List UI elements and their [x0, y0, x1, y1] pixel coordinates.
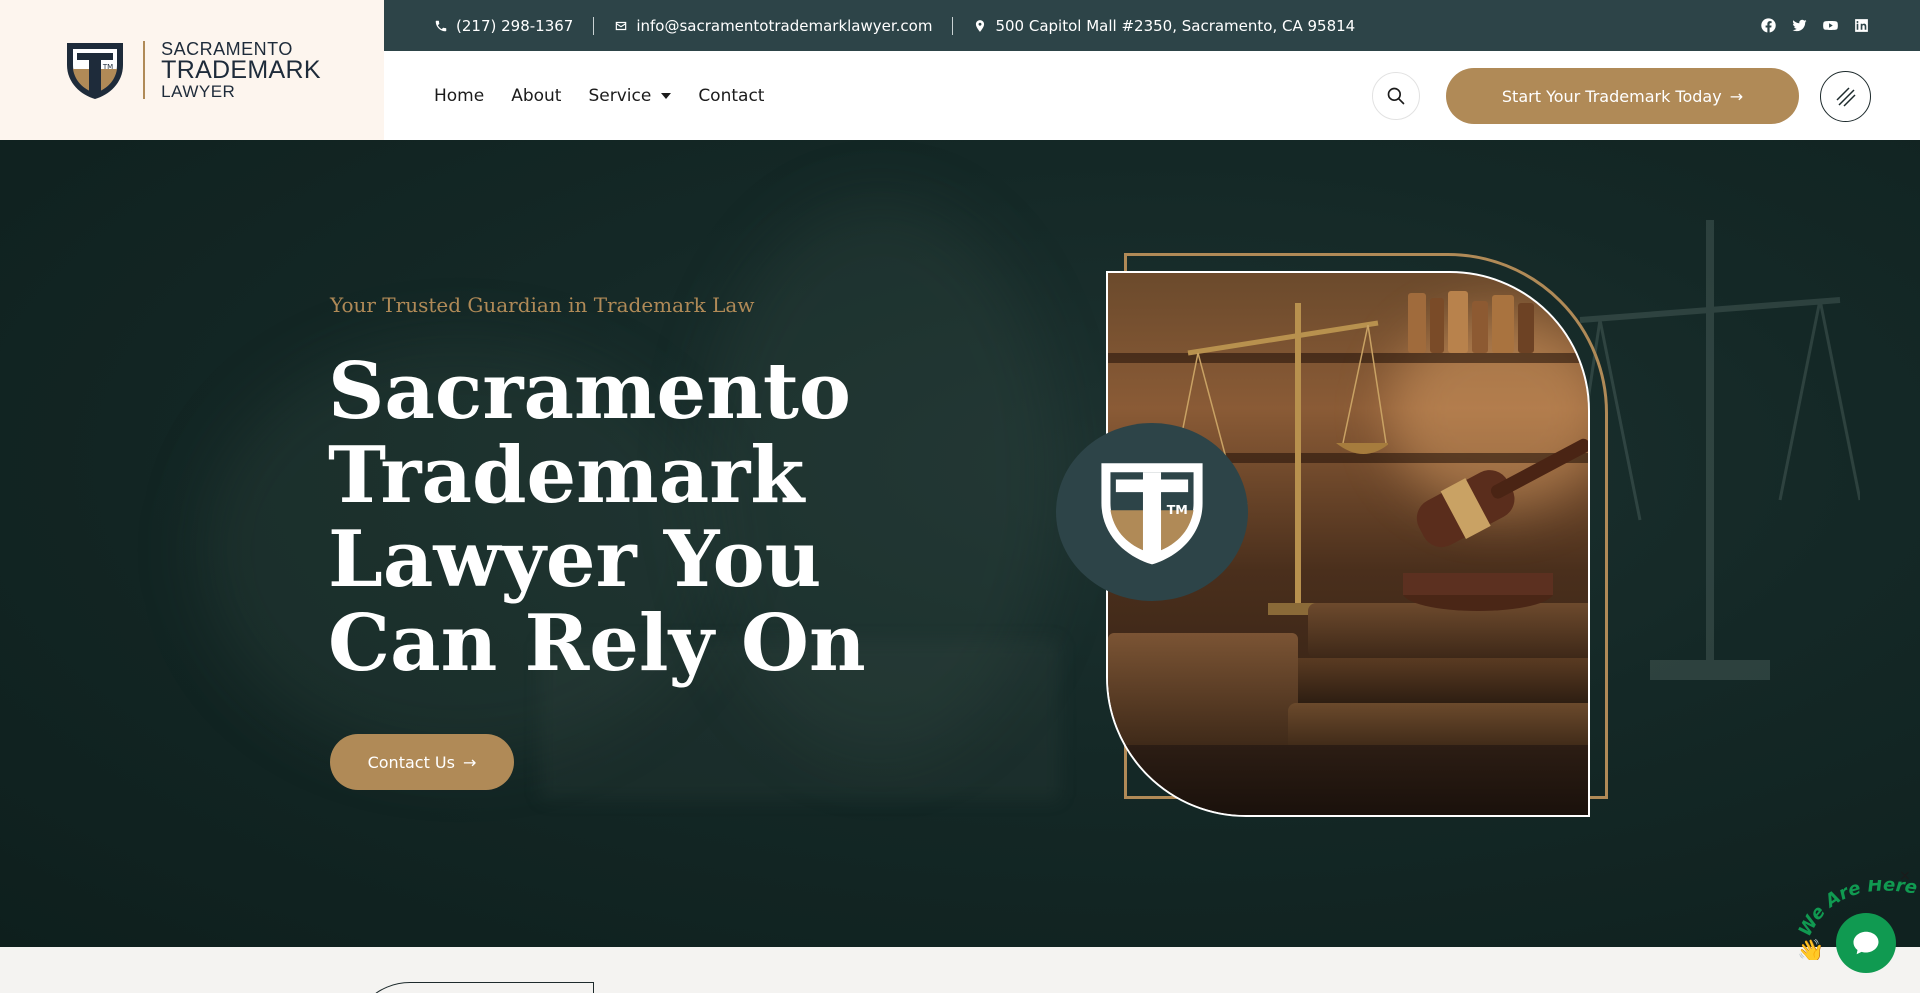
divider [593, 16, 595, 35]
svg-text:TM: TM [102, 63, 113, 71]
top-info-bar: (217) 298-1367 info@sacramentotrademarkl… [384, 0, 1920, 51]
phone-icon [434, 19, 448, 33]
linkedin-icon[interactable] [1853, 17, 1870, 34]
nav-item-service[interactable]: Service [588, 85, 672, 106]
phone-link[interactable]: (217) 298-1367 [434, 17, 573, 35]
wooden-table [1108, 745, 1588, 815]
social-links [1760, 0, 1870, 51]
nav-item-contact[interactable]: Contact [698, 86, 764, 106]
chat-launcher-button[interactable] [1836, 913, 1896, 973]
svg-text:TM: TM [1167, 502, 1188, 517]
cta-label: Start Your Trademark Today [1501, 86, 1722, 106]
email-link[interactable]: info@sacramentotrademarklawyer.com [614, 17, 932, 35]
waving-hand-icon: 👋 [1797, 938, 1824, 960]
search-button[interactable] [1372, 72, 1420, 120]
logo-wordmark: SACRAMENTO TRADEMARK LAWYER [161, 40, 321, 100]
caret-down-icon [661, 92, 672, 99]
primary-nav: Home About Service Contact [434, 86, 764, 106]
contact-info: (217) 298-1367 info@sacramentotrademarkl… [434, 16, 1355, 35]
main-navbar: Home About Service Contact Start Your Tr… [384, 51, 1920, 140]
offcanvas-menu-button[interactable] [1820, 71, 1871, 122]
next-section-peek [0, 947, 1920, 993]
shelf-book [1448, 291, 1468, 353]
shield-logo-icon: TM [67, 43, 124, 99]
site-logo[interactable]: TM SACRAMENTO TRADEMARK LAWYER [63, 39, 321, 101]
facebook-icon[interactable] [1760, 17, 1777, 34]
email-address: info@sacramentotrademarklawyer.com [636, 16, 933, 35]
stacked-book [1108, 633, 1298, 753]
office-address: 500 Capitol Mall #2350, Sacramento, CA 9… [995, 16, 1356, 35]
contact-us-label: Contact Us [367, 752, 455, 772]
search-icon [1387, 87, 1405, 105]
stacked-book [1278, 658, 1588, 703]
shelf-book [1472, 301, 1488, 353]
shelf-book [1492, 295, 1514, 353]
twitter-icon[interactable] [1791, 17, 1808, 34]
gavel-icon [1403, 438, 1588, 611]
chat-close-icon[interactable]: × [1899, 868, 1911, 884]
arrow-right-icon: → [1729, 86, 1744, 106]
shelf-book [1518, 303, 1534, 353]
shelf-book [1430, 298, 1444, 353]
nav-item-home[interactable]: Home [434, 86, 484, 106]
tm-shield-emblem: TM [1056, 423, 1248, 601]
hero-section: Your Trusted Guardian in Trademark Law S… [0, 140, 1920, 947]
shield-logo-icon: TM [1101, 463, 1203, 565]
divider [952, 16, 954, 35]
nav-item-service-label: Service [588, 85, 652, 106]
phone-number: (217) 298-1367 [456, 16, 574, 35]
map-pin-icon [973, 19, 987, 33]
logo-line-3: LAWYER [161, 82, 236, 101]
hero-tagline: Your Trusted Guardian in Trademark Law [330, 293, 755, 317]
logo-panel: TM SACRAMENTO TRADEMARK LAWYER [0, 0, 384, 140]
logo-line-2: TRADEMARK [161, 56, 321, 84]
youtube-icon[interactable] [1822, 17, 1839, 34]
start-trademark-button[interactable]: Start Your Trademark Today → [1446, 68, 1799, 124]
hamburger-slash-icon [1835, 86, 1856, 107]
envelope-icon [614, 19, 628, 33]
hero-headline: Sacramento Trademark Lawyer You Can Rely… [328, 346, 866, 689]
arrow-right-icon: → [462, 752, 477, 772]
contact-us-button[interactable]: Contact Us → [330, 734, 514, 790]
logo-divider [143, 41, 146, 99]
chat-bubble-icon [1853, 931, 1879, 955]
shelf-book [1408, 293, 1426, 353]
section-decor-arc [350, 982, 594, 993]
nav-item-about[interactable]: About [511, 86, 561, 106]
address-link[interactable]: 500 Capitol Mall #2350, Sacramento, CA 9… [973, 17, 1355, 35]
